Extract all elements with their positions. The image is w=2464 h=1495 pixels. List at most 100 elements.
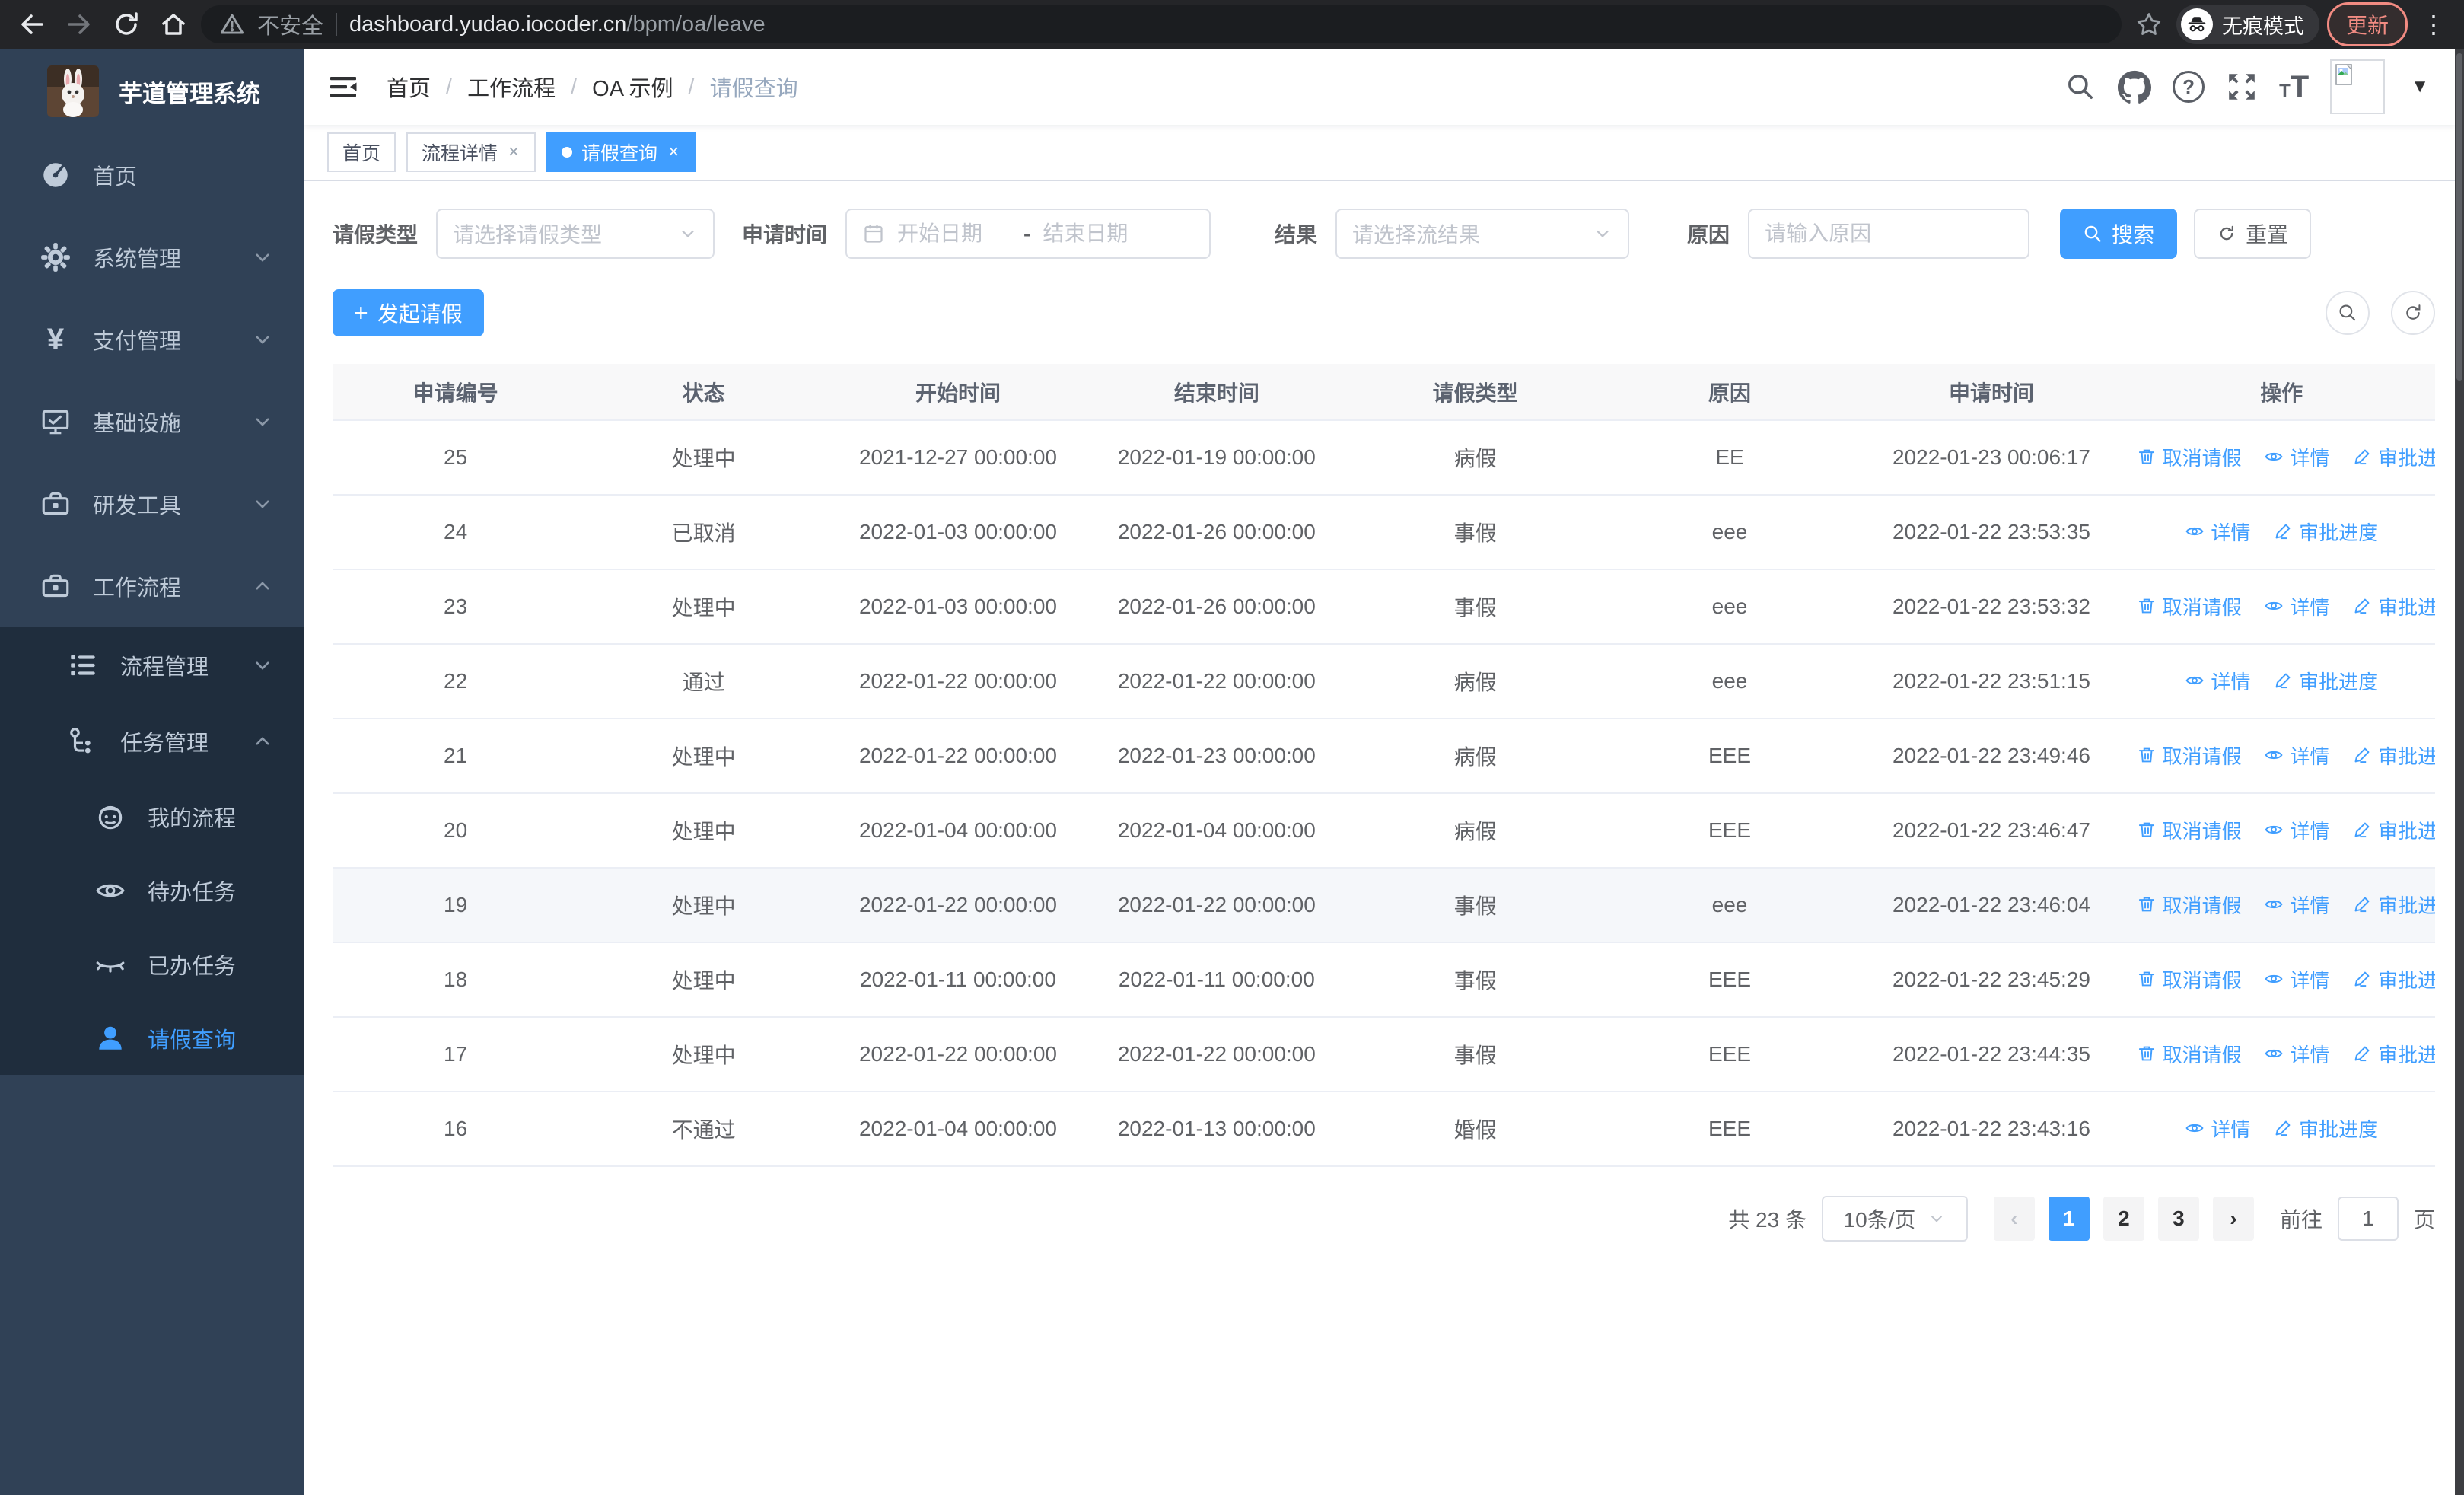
home-button[interactable] [154,5,193,44]
avatar-dropdown-caret[interactable]: ▼ [2411,76,2429,97]
tab-home[interactable]: 首页 [327,132,396,172]
approval-progress-link[interactable]: 审批进度 [2352,891,2435,919]
forward-button[interactable] [59,5,99,44]
tab-leave-query[interactable]: 请假查询 × [546,132,696,172]
detail-link[interactable]: 详情 [2264,965,2329,993]
sidebar-item-payment[interactable]: ¥ 支付管理 [0,298,304,381]
fullscreen-button[interactable] [2226,71,2258,103]
header-search-button[interactable] [2064,71,2096,103]
approval-progress-link[interactable]: 审批进度 [2273,1114,2378,1143]
apply-time-range-picker[interactable]: - [845,209,1211,259]
page-size-select[interactable]: 10条/页 [1821,1196,1968,1242]
detail-link[interactable]: 详情 [2264,592,2329,620]
cancel-leave-link[interactable]: 取消请假 [2137,443,2242,471]
sidebar-item-done-tasks[interactable]: 已办任务 [0,927,304,1001]
browser-menu-button[interactable]: ⋮ [2415,10,2452,39]
reason-input[interactable] [1765,222,2014,246]
approval-progress-link[interactable]: 审批进度 [2352,816,2435,844]
page-button[interactable]: 3 [2157,1197,2199,1241]
cancel-leave-link[interactable]: 取消请假 [2137,1040,2242,1068]
sidebar-item-task-mgmt[interactable]: 任务管理 [0,703,304,779]
update-button[interactable]: 更新 [2326,2,2408,46]
sidebar-item-home[interactable]: 首页 [0,134,304,216]
reset-button[interactable]: 重置 [2194,209,2312,259]
cell-reason: eee [1604,868,1855,943]
close-icon[interactable]: × [507,142,520,163]
approval-progress-link[interactable]: 审批进度 [2273,667,2378,695]
detail-link[interactable]: 详情 [2185,667,2250,695]
github-button[interactable] [2118,70,2152,104]
sidebar-item-infrastructure[interactable]: 基础设施 [0,381,304,463]
detail-link[interactable]: 详情 [2264,1040,2329,1068]
goto-page-input[interactable] [2337,1197,2399,1241]
url-path: /bpm/oa/leave [626,11,766,37]
detail-link[interactable]: 详情 [2264,741,2329,770]
tab-label: 流程详情 [422,143,498,164]
approval-progress-link[interactable]: 审批进度 [2352,592,2435,620]
cancel-leave-link[interactable]: 取消请假 [2137,741,2242,770]
cancel-leave-link[interactable]: 取消请假 [2137,965,2242,993]
browser-scrollbar[interactable] [2455,49,2464,1495]
scrollbar-thumb[interactable] [2456,53,2462,381]
main-area: 首页 / 工作流程 / OA 示例 / 请假查询 ? TT ▼ 首页 流程详情 … [304,49,2455,1495]
back-button[interactable] [12,5,52,44]
approval-progress-link[interactable]: 审批进度 [2352,1040,2435,1068]
sidebar-item-devtools[interactable]: 研发工具 [0,463,304,545]
detail-link[interactable]: 详情 [2264,816,2329,844]
cell-actions: 取消请假 详情 审批进度 [2128,719,2435,794]
detail-label: 详情 [2290,1043,2330,1066]
sidebar-item-process-mgmt[interactable]: 流程管理 [0,627,304,703]
leave-type-select[interactable]: 请选择请假类型 [436,209,715,259]
prev-page-button[interactable]: ‹ [1993,1197,2035,1241]
detail-link[interactable]: 详情 [2185,518,2250,546]
sidebar-collapse-button[interactable] [327,71,359,103]
cell-status: 处理中 [578,942,829,1018]
app-title: 芋道管理系统 [119,80,260,107]
bookmark-button[interactable] [2129,5,2169,44]
toggle-search-button[interactable] [2326,291,2370,335]
start-date-input[interactable] [897,222,1012,246]
next-page-button[interactable]: › [2212,1197,2254,1241]
breadcrumb-home[interactable]: 首页 [387,71,431,103]
approval-progress-link[interactable]: 审批进度 [2273,518,2378,546]
user-avatar[interactable] [2330,59,2386,114]
breadcrumb-oa-example[interactable]: OA 示例 [592,71,673,103]
sidebar-item-leave-query[interactable]: 请假查询 [0,1001,304,1075]
reload-button[interactable] [107,5,146,44]
cancel-leave-link[interactable]: 取消请假 [2137,891,2242,919]
refresh-icon [2220,225,2233,241]
sidebar-logo-row[interactable]: 芋道管理系统 [0,49,304,134]
apply-time-label: 申请时间 [742,223,828,247]
menu-label: 我的流程 [148,806,237,831]
search-button[interactable]: 搜索 [2060,209,2178,259]
refresh-table-button[interactable] [2391,291,2435,335]
sidebar-item-todo-tasks[interactable]: 待办任务 [0,853,304,927]
detail-link[interactable]: 详情 [2264,891,2329,919]
sidebar-item-workflow[interactable]: 工作流程 [0,545,304,627]
breadcrumb-separator: / [446,74,453,99]
create-leave-button[interactable]: + 发起请假 [333,289,484,336]
tab-process-detail[interactable]: 流程详情 × [406,132,536,172]
approval-progress-link[interactable]: 审批进度 [2352,443,2435,471]
cancel-leave-link[interactable]: 取消请假 [2137,816,2242,844]
page-button[interactable]: 1 [2048,1197,2090,1241]
font-size-button[interactable]: TT [2279,72,2309,102]
cancel-leave-label: 取消请假 [2162,968,2242,992]
breadcrumb-workflow[interactable]: 工作流程 [467,71,556,103]
detail-link[interactable]: 详情 [2264,443,2329,471]
result-select[interactable]: 请选择流结果 [1335,209,1630,259]
sidebar-item-my-process[interactable]: 我的流程 [0,779,304,853]
sidebar-item-system[interactable]: 系统管理 [0,216,304,298]
approval-progress-link[interactable]: 审批进度 [2352,741,2435,770]
help-button[interactable]: ? [2173,71,2205,103]
cell-status: 已取消 [578,495,829,570]
eye-icon [2185,1124,2204,1133]
cancel-leave-link[interactable]: 取消请假 [2137,592,2242,620]
close-icon[interactable]: × [667,142,680,163]
end-date-input[interactable] [1043,222,1157,246]
tab-label: 请假查询 [581,143,658,164]
approval-progress-link[interactable]: 审批进度 [2352,965,2435,993]
page-button[interactable]: 2 [2103,1197,2144,1241]
url-bar[interactable]: 不安全 dashboard.yudao.iocoder.cn/bpm/oa/le… [201,5,2122,43]
detail-link[interactable]: 详情 [2185,1114,2250,1143]
